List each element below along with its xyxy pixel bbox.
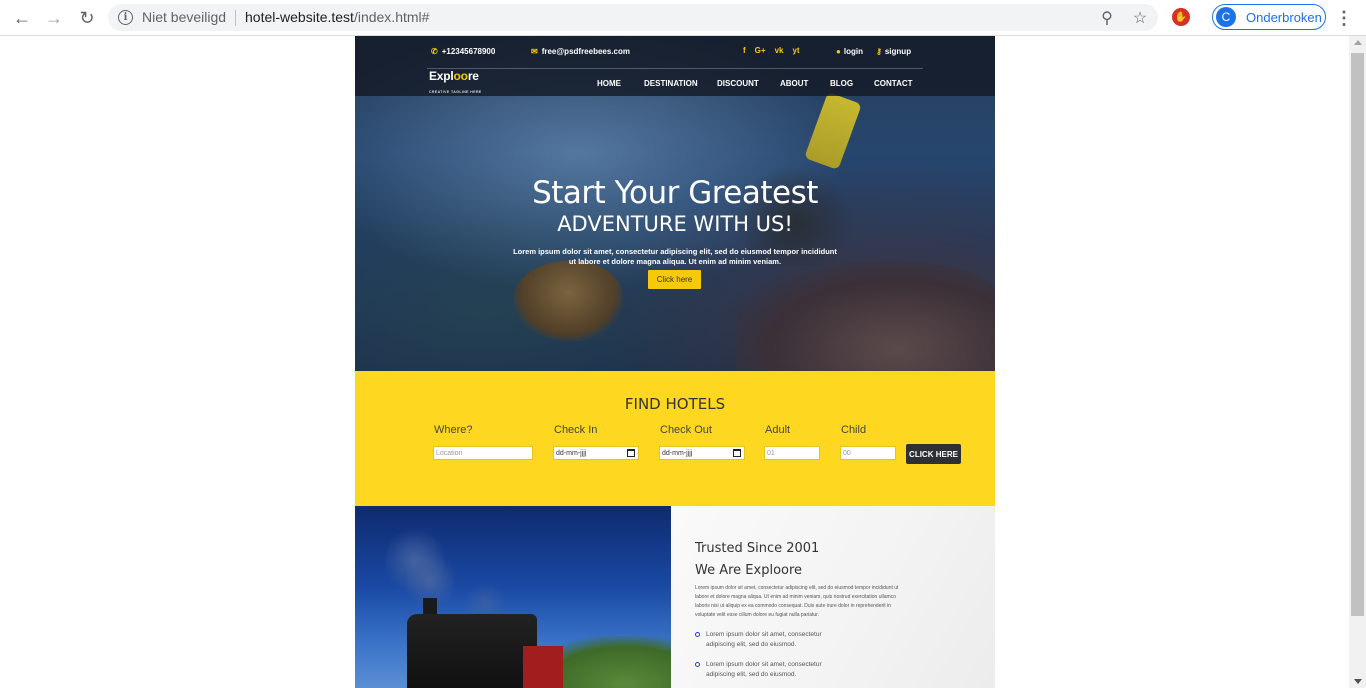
- youtube-icon[interactable]: yt: [792, 46, 799, 55]
- social-links: f G+ vk yt: [743, 46, 800, 55]
- email-address: free@psdfreebees.com: [541, 47, 630, 56]
- about-subtitle: We Are Exploore: [695, 563, 803, 578]
- avatar: C: [1216, 7, 1236, 27]
- menu-kebab-icon[interactable]: ⋮: [1335, 6, 1353, 30]
- scroll-up-icon[interactable]: [1354, 40, 1362, 45]
- hero-text: Lorem ipsum dolor sit amet, consectetur …: [513, 247, 837, 266]
- signup-label: signup: [884, 47, 912, 56]
- checkout-label: Check Out: [660, 424, 712, 436]
- scrollbar-thumb[interactable]: [1351, 53, 1364, 616]
- nav-discount[interactable]: DISCOUNT: [717, 79, 759, 88]
- steam-train-image: [355, 506, 671, 688]
- profile-button[interactable]: C Onderbroken: [1212, 4, 1326, 30]
- checkout-placeholder: dd-mm-jjjj: [662, 449, 693, 457]
- web-page: ✆ +12345678900 ✉ free@psdfreebees.com f …: [355, 36, 995, 688]
- location-placeholder: Location: [436, 449, 463, 457]
- nav-contact[interactable]: CONTACT: [874, 79, 913, 88]
- site-logo[interactable]: Exploore: [429, 69, 479, 83]
- location-input[interactable]: Location: [433, 446, 533, 460]
- address-bar[interactable]: i Niet beveiligd hotel-website.test/inde…: [108, 4, 1158, 31]
- adult-placeholder: 01: [767, 449, 775, 457]
- key-icon: ⚷: [876, 47, 882, 56]
- address-separator: [235, 10, 236, 26]
- calendar-icon[interactable]: [733, 449, 741, 457]
- security-label[interactable]: Niet beveiligd: [142, 9, 226, 25]
- facebook-icon[interactable]: f: [743, 46, 746, 55]
- page-scrollbar[interactable]: [1349, 36, 1366, 688]
- bookmark-star-icon[interactable]: ☆: [1130, 8, 1150, 28]
- logo-part-1: Expl: [429, 69, 454, 83]
- nav-destination[interactable]: DESTINATION: [644, 79, 698, 88]
- hero-subtitle: ADVENTURE WITH US!: [557, 212, 793, 236]
- url-host: hotel-website.test: [245, 9, 354, 25]
- check-circle-icon: [695, 662, 700, 667]
- phone-icon: ✆: [431, 47, 438, 56]
- user-icon: ●: [836, 47, 841, 56]
- header-phone[interactable]: ✆ +12345678900: [431, 47, 495, 56]
- browser-toolbar: ← → ↻ i Niet beveiligd hotel-website.tes…: [0, 0, 1366, 36]
- zoom-icon[interactable]: ⚲: [1097, 8, 1117, 28]
- child-label: Child: [841, 424, 867, 436]
- url-text[interactable]: hotel-website.test/index.html#: [245, 9, 429, 25]
- site-header: ✆ +12345678900 ✉ free@psdfreebees.com f …: [355, 36, 995, 96]
- hero-click-button[interactable]: Click here: [648, 270, 701, 289]
- logo-part-2: oo: [453, 69, 468, 83]
- calendar-icon[interactable]: [627, 449, 635, 457]
- hero-section: ✆ +12345678900 ✉ free@psdfreebees.com f …: [355, 36, 995, 371]
- find-hotels-button[interactable]: CLICK HERE: [906, 444, 961, 464]
- about-text: Lorem ipsum dolor sit amet, consectetur …: [695, 585, 899, 618]
- find-hotels-title: FIND HOTELS: [624, 395, 726, 413]
- hero-title: Start Your Greatest: [532, 175, 818, 211]
- adult-label: Adult: [765, 424, 791, 436]
- phone-number: +12345678900: [441, 47, 496, 56]
- about-section: Trusted Since 2001 We Are Exploore Lorem…: [671, 506, 995, 688]
- adblock-extension-icon[interactable]: ✋: [1172, 8, 1190, 26]
- list-item: Lorem ipsum dolor sit amet, consectetur …: [695, 660, 836, 680]
- google-plus-icon[interactable]: G+: [755, 46, 766, 55]
- checkin-placeholder: dd-mm-jjjj: [556, 449, 587, 457]
- header-divider: [427, 68, 923, 69]
- checkin-date-input[interactable]: dd-mm-jjjj: [553, 446, 639, 460]
- list-item: Lorem ipsum dolor sit amet, consectetur …: [695, 630, 836, 650]
- child-input[interactable]: 00: [840, 446, 896, 460]
- coral-reef-image: [735, 261, 995, 371]
- header-email[interactable]: ✉ free@psdfreebees.com: [531, 47, 630, 56]
- back-arrow-icon[interactable]: ←: [10, 6, 34, 30]
- sea-turtle-image: [513, 261, 623, 341]
- url-path: /index.html#: [353, 9, 430, 25]
- login-label: login: [843, 47, 863, 56]
- logo-part-3: re: [467, 69, 479, 83]
- list-item-text: Lorem ipsum dolor sit amet, consectetur …: [706, 631, 822, 648]
- check-circle-icon: [695, 632, 700, 637]
- mail-icon: ✉: [531, 47, 538, 56]
- locomotive: [407, 614, 537, 688]
- logo-tagline: CREATIVE TAGLINE HERE: [429, 90, 482, 94]
- child-placeholder: 00: [843, 449, 851, 457]
- checkout-date-input[interactable]: dd-mm-jjjj: [659, 446, 745, 460]
- profile-label: Onderbroken: [1246, 9, 1322, 25]
- forward-arrow-icon[interactable]: →: [42, 6, 66, 30]
- checkin-label: Check In: [554, 424, 598, 436]
- find-hotels-section: FIND HOTELS Where? Check In Check Out Ad…: [355, 371, 995, 506]
- info-icon[interactable]: i: [118, 10, 133, 25]
- scroll-down-icon[interactable]: [1354, 679, 1362, 684]
- adult-input[interactable]: 01: [764, 446, 820, 460]
- about-title: Trusted Since 2001: [695, 541, 820, 556]
- login-link[interactable]: ● login: [836, 47, 863, 56]
- train-carriage: [523, 646, 563, 688]
- nav-blog[interactable]: BLOG: [830, 79, 853, 88]
- list-item-text: Lorem ipsum dolor sit amet, consectetur …: [706, 661, 822, 678]
- nav-home[interactable]: HOME: [597, 79, 621, 88]
- vk-icon[interactable]: vk: [775, 46, 784, 55]
- where-label: Where?: [434, 424, 473, 436]
- nav-about[interactable]: ABOUT: [780, 79, 808, 88]
- reload-icon[interactable]: ↻: [75, 6, 99, 30]
- signup-link[interactable]: ⚷ signup: [876, 47, 911, 56]
